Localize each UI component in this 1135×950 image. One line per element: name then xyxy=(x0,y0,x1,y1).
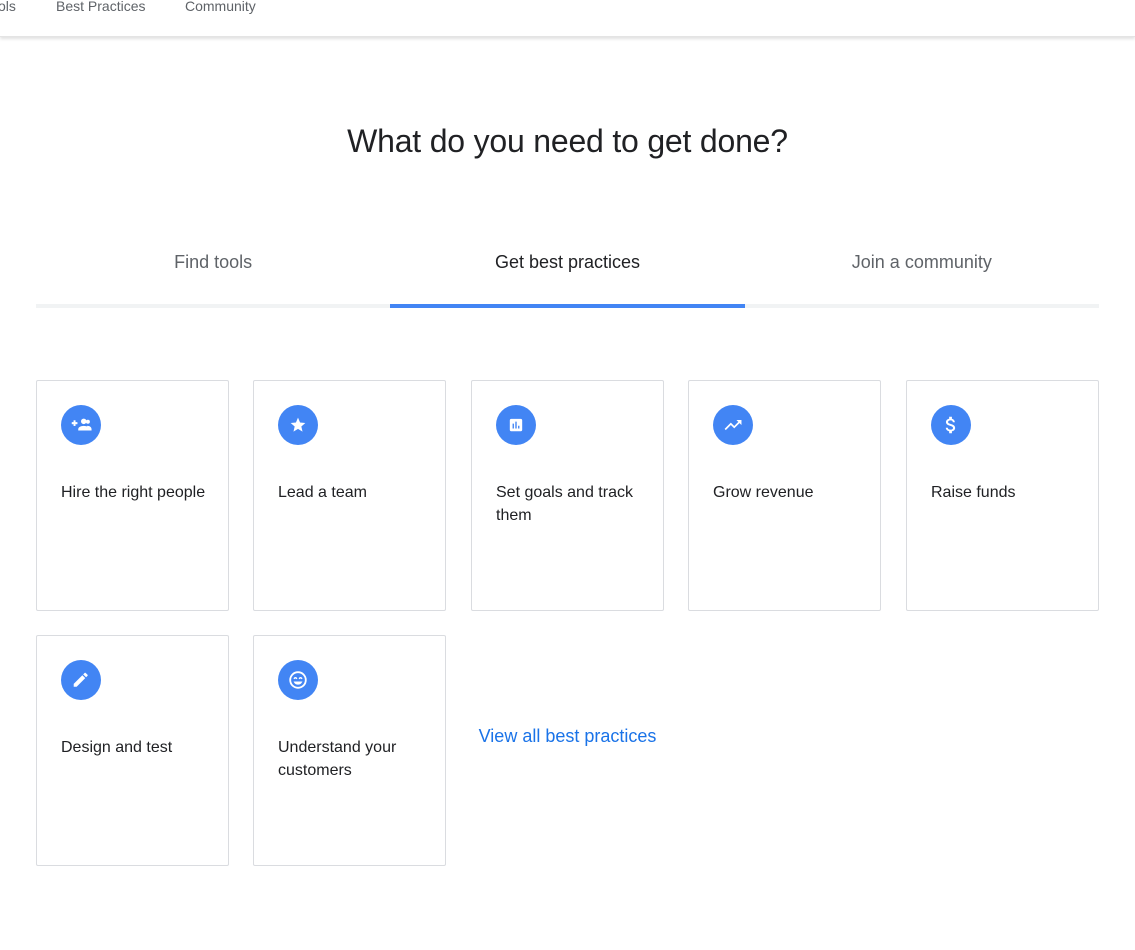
top-navigation: ols Best Practices Community xyxy=(0,0,1135,37)
card-grow-revenue[interactable]: Grow revenue xyxy=(688,380,881,611)
tab-find-tools[interactable]: Find tools xyxy=(36,230,390,304)
card-label: Understand your customers xyxy=(278,739,397,779)
smiley-icon xyxy=(278,660,318,700)
card-set-goals[interactable]: Set goals and track them xyxy=(471,380,664,611)
card-label: Raise funds xyxy=(931,484,1016,501)
card-understand-customers[interactable]: Understand your customers xyxy=(253,635,446,866)
nav-link-community[interactable]: Community xyxy=(185,0,256,15)
pencil-icon xyxy=(61,660,101,700)
trending-up-icon xyxy=(713,405,753,445)
card-lead-team[interactable]: Lead a team xyxy=(253,380,446,611)
tab-get-best-practices[interactable]: Get best practices xyxy=(390,230,745,308)
page-headline: What do you need to get done? xyxy=(347,123,788,159)
card-label: Design and test xyxy=(61,739,173,756)
bar-chart-icon xyxy=(496,405,536,445)
add-group-icon xyxy=(61,405,101,445)
view-all-best-practices-link[interactable]: View all best practices xyxy=(471,723,664,749)
tab-join-community[interactable]: Join a community xyxy=(745,230,1099,304)
tab-bar: Find tools Get best practices Join a com… xyxy=(36,230,1099,308)
nav-link-best-practices[interactable]: Best Practices xyxy=(56,0,145,15)
card-raise-funds[interactable]: Raise funds xyxy=(906,380,1099,611)
card-design-test[interactable]: Design and test xyxy=(36,635,229,866)
nav-link-tools[interactable]: ols xyxy=(0,0,16,15)
card-label: Lead a team xyxy=(278,484,367,501)
card-label: Hire the right people xyxy=(61,484,206,501)
card-label: Set goals and track them xyxy=(496,484,633,524)
dollar-icon xyxy=(931,405,971,445)
star-icon xyxy=(278,405,318,445)
card-hire-right-people[interactable]: Hire the right people xyxy=(36,380,229,611)
card-label: Grow revenue xyxy=(713,484,814,501)
